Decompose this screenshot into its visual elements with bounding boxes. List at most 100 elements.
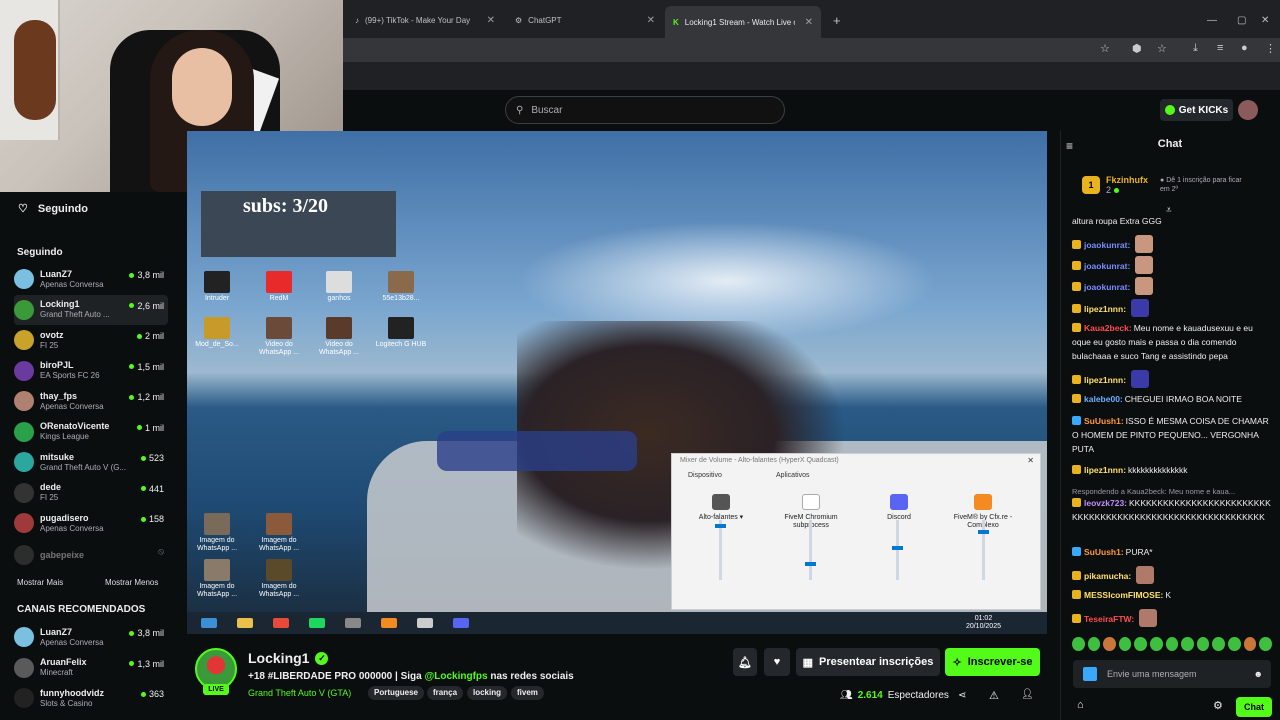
desktop-icon[interactable]: ganhos <box>313 271 365 303</box>
sidebar-item-thay_fps[interactable]: thay_fps Apenas Conversa 1,2 mil <box>14 386 168 416</box>
chat-username[interactable]: lipez1nnn: <box>1084 304 1126 314</box>
emote-icon[interactable] <box>1243 637 1257 651</box>
chat-username[interactable]: kalebe00: <box>1084 394 1123 404</box>
report-icon[interactable]: ⚠ <box>989 689 999 702</box>
top-gifter-name[interactable]: Fkzinhufx <box>1106 175 1148 185</box>
sidebar-item-ovotz[interactable]: ovotz FI 25 2 mil <box>14 325 168 355</box>
emote-icon[interactable] <box>1072 637 1085 651</box>
sidebar-item-dede[interactable]: dede FI 25 441 <box>14 478 168 508</box>
bookmarks-icon[interactable]: ☆ <box>1157 42 1167 55</box>
chat-username[interactable]: joaokunrat: <box>1084 261 1130 271</box>
desktop-icon[interactable]: Video do WhatsApp ... <box>313 317 365 357</box>
desktop-icon[interactable]: Video do WhatsApp ... <box>253 317 305 357</box>
chat-username[interactable]: SuUush1: <box>1084 547 1124 557</box>
fivem-icon[interactable] <box>381 618 397 628</box>
emote-icon[interactable] <box>1181 637 1194 651</box>
sidebar-item-offline[interactable]: gabepeixe ⦸ <box>14 540 168 570</box>
sidebar-item-luanz7[interactable]: LuanZ7 Apenas Conversa 3,8 mil <box>14 622 168 652</box>
menu-icon[interactable]: ⋮ <box>1265 42 1276 55</box>
chat-username[interactable]: pikamucha: <box>1084 571 1131 581</box>
sidebar-item-locking1[interactable]: Locking1 Grand Theft Auto ... 2,6 mil <box>14 294 168 325</box>
volume-slider[interactable] <box>805 520 816 580</box>
emote-icon[interactable] <box>1103 637 1116 651</box>
volume-mixer-window[interactable]: Mixer de Volume - Alto-falantes (HyperX … <box>671 453 1041 610</box>
sidebar-item-biropjl[interactable]: biroPJL EA Sports FC 26 1,5 mil <box>14 356 168 386</box>
sidebar-item-funnyhoodvidz[interactable]: funnyhoodvidz Slots & Casino 363 <box>14 683 168 713</box>
get-kicks-button[interactable]: Get KICKs <box>1160 99 1233 121</box>
chat-username[interactable]: leovzk723: <box>1084 498 1127 508</box>
chat-username[interactable]: lipez1nnn: <box>1084 375 1126 385</box>
store-icon[interactable]: ⌂ <box>1077 699 1084 711</box>
settings-icon[interactable]: ⚙ <box>1213 699 1223 712</box>
close-icon[interactable]: ✕ <box>487 15 495 26</box>
sidebar-header[interactable]: ♡ Seguindo <box>18 202 88 216</box>
emote-icon[interactable] <box>1228 637 1241 651</box>
desktop-icon[interactable]: Imagem do WhatsApp ... <box>253 513 305 553</box>
tab-kick[interactable]: K Locking1 Stream - Watch Live o ✕ <box>665 6 821 38</box>
mixer-app-2[interactable]: Discord <box>864 494 934 522</box>
emote-icon[interactable] <box>1150 637 1163 651</box>
tag-chip[interactable]: frança <box>427 686 464 700</box>
download-icon[interactable]: ⤓ <box>1193 42 1198 55</box>
video-player[interactable]: subs: 3/20 Intruder RedM ganhos 55e13b28...… <box>187 131 1047 634</box>
mixer-device[interactable]: Alto-falantes ▾ <box>686 494 756 522</box>
start-icon[interactable] <box>201 618 217 628</box>
media-icon[interactable]: ≡ <box>1217 42 1223 54</box>
search-input[interactable]: ⚲ Buscar <box>505 96 785 124</box>
desktop-icon[interactable]: 55e13b28... <box>375 271 427 303</box>
close-icon[interactable]: ✕ <box>805 17 813 28</box>
close-icon[interactable]: ✕ <box>647 15 655 26</box>
sidebar-item-aruanfelix[interactable]: AruanFelix Minecraft 1,3 mil <box>14 653 168 683</box>
chat-username[interactable]: lipez1nnn: <box>1084 465 1126 475</box>
chat-username[interactable]: SuUush1: <box>1084 416 1124 426</box>
new-tab-button[interactable]: + <box>825 8 849 32</box>
share-icon[interactable]: ⋖ <box>958 690 966 701</box>
chat-input[interactable]: Envie uma mensagem ☻ <box>1073 660 1271 688</box>
window-close-button[interactable]: ✕ <box>1253 8 1277 32</box>
close-icon[interactable]: ✕ <box>1027 456 1034 465</box>
tab-tiktok[interactable]: ♪ (99+) TikTok - Make Your Day ✕ <box>347 8 503 32</box>
sidebar-item-orenatovicente[interactable]: ORenatoVicente Kings League 1 mil <box>14 417 168 447</box>
desktop-icon[interactable]: Intruder <box>191 271 243 303</box>
spotify-icon[interactable] <box>309 618 325 628</box>
star-icon[interactable]: ☆ <box>1100 42 1110 55</box>
follow-heart-button[interactable]: ♥ <box>764 648 790 676</box>
tag-chip[interactable]: locking <box>467 686 508 700</box>
desktop-icon[interactable]: Imagem do WhatsApp ... <box>191 513 243 553</box>
title-handle-link[interactable]: @Lockingfps <box>424 671 487 682</box>
desktop-icon[interactable]: Mod_de_So... <box>191 317 243 349</box>
minimize-button[interactable]: — <box>1199 8 1225 32</box>
profile-icon[interactable]: ● <box>1241 42 1248 54</box>
sidebar-item-pugadisero[interactable]: pugadisero Apenas Conversa 158 <box>14 508 168 538</box>
volume-slider[interactable] <box>978 520 989 580</box>
subscribe-button[interactable]: ✧ Inscrever-se <box>945 648 1040 676</box>
desktop-icon[interactable]: Logitech G HUB <box>375 317 427 349</box>
emote-icon[interactable] <box>1165 637 1179 651</box>
emote-icon[interactable] <box>1212 637 1226 651</box>
maximize-button[interactable]: ▢ <box>1229 8 1254 32</box>
volume-slider[interactable] <box>892 520 903 580</box>
emote-icon[interactable] <box>1087 637 1101 651</box>
people-icon[interactable]: 👤︎ <box>1021 689 1034 700</box>
sidebar-item-mitsuke[interactable]: mitsuke Grand Theft Auto V (G... 523 <box>14 447 168 477</box>
app-icon[interactable] <box>417 618 433 628</box>
chat-username[interactable]: MESSIcomFIMOSE: <box>1084 590 1163 600</box>
chat-username[interactable]: joaokunrat: <box>1084 240 1130 250</box>
show-less-button[interactable]: Mostrar Menos <box>105 578 158 587</box>
channel-name[interactable]: Locking1 <box>248 650 309 666</box>
user-avatar[interactable] <box>1238 100 1258 120</box>
emote-icon[interactable] <box>1259 637 1272 651</box>
chat-username[interactable]: joaokunrat: <box>1084 282 1130 292</box>
stream-category-link[interactable]: Grand Theft Auto V (GTA) <box>248 688 351 698</box>
emote-icon[interactable] <box>1118 637 1132 651</box>
chrome-icon[interactable] <box>273 618 289 628</box>
chat-username[interactable]: Kaua2beck: <box>1084 323 1132 333</box>
show-more-button[interactable]: Mostrar Mais <box>17 578 63 587</box>
app-icon[interactable] <box>345 618 361 628</box>
explorer-icon[interactable] <box>237 618 253 628</box>
volume-slider[interactable] <box>715 520 726 580</box>
tag-chip[interactable]: fivem <box>511 686 544 700</box>
extension-icon[interactable]: ⬢ <box>1132 42 1142 55</box>
sidebar-item-luanz7[interactable]: LuanZ7 Apenas Conversa 3,8 mil <box>14 264 168 294</box>
desktop-icon[interactable]: Imagem do WhatsApp ... <box>253 559 305 599</box>
